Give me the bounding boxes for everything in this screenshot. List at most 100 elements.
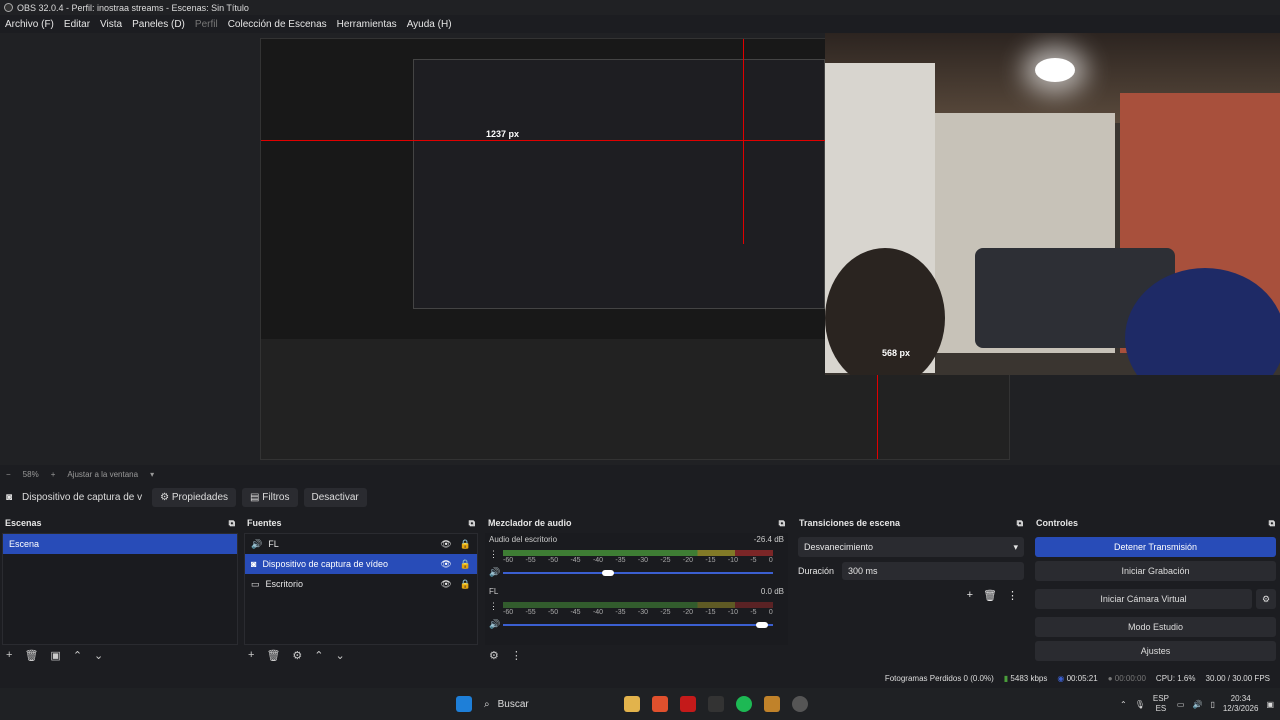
eye-icon[interactable]: 👁 — [440, 559, 451, 570]
eye-icon[interactable]: 👁 — [440, 579, 451, 590]
search-icon: ⌕ — [484, 698, 490, 710]
settings-button[interactable]: Ajustes — [1035, 641, 1276, 661]
menu-tools[interactable]: Herramientas — [337, 19, 397, 30]
move-down-button[interactable]: ⌄ — [336, 649, 345, 662]
speaker-icon[interactable]: 🔊 — [489, 619, 500, 630]
volume-knob[interactable] — [602, 570, 615, 576]
stop-stream-button[interactable]: Detener Transmisión — [1035, 537, 1276, 557]
start-vcam-button[interactable]: Iniciar Cámara Virtual — [1035, 589, 1252, 609]
menu-docks[interactable]: Paneles (D) — [132, 19, 185, 30]
fit-window-label[interactable]: Ajustar a la ventana — [67, 470, 138, 479]
scenes-title: Escenas — [5, 518, 42, 528]
file-explorer-icon[interactable] — [624, 696, 640, 712]
eye-icon[interactable]: 👁 — [440, 539, 451, 550]
volume-knob[interactable] — [756, 622, 769, 628]
lock-icon[interactable]: 🔒 — [460, 559, 471, 570]
clock[interactable]: 20:34 12/3/2026 — [1223, 694, 1259, 714]
undock-icon[interactable]: ⧉ — [779, 518, 785, 529]
zoom-out-button[interactable]: − — [6, 470, 11, 479]
deactivate-button[interactable]: Desactivar — [303, 487, 367, 507]
dropped-frames: Fotogramas Perdidos 0 (0.0%) — [884, 673, 994, 683]
track-db: 0.0 dB — [760, 587, 784, 596]
vcam-settings-icon[interactable]: ⚙ — [1256, 589, 1276, 609]
add-transition-button[interactable]: + — [967, 589, 973, 602]
source-item-fl[interactable]: 🔊 FL 👁 🔒 — [245, 534, 477, 554]
volume-slider[interactable] — [503, 622, 773, 628]
chevron-up-icon[interactable]: ⌃ — [1120, 700, 1127, 709]
volume-icon[interactable]: 🔊 — [1192, 700, 1202, 709]
system-tray: ⌃ 🎙 ESP ES ▭ 🔊 ▯ 20:34 12/3/2026 ▣ — [1120, 694, 1280, 714]
remove-scene-button[interactable]: 🗑 — [24, 649, 38, 662]
menu-file[interactable]: Archivo (F) — [5, 19, 54, 30]
taskbar-search[interactable]: ⌕ Buscar — [478, 699, 618, 710]
microphone-icon[interactable]: 🎙 — [1135, 700, 1145, 709]
battery-icon[interactable]: ▯ — [1210, 700, 1214, 709]
menu-profile[interactable]: Perfil — [195, 19, 218, 30]
more-vertical-icon[interactable]: ⋮ — [489, 601, 498, 612]
remove-source-button[interactable]: 🗑 — [266, 649, 280, 662]
network-icon[interactable]: ▭ — [1177, 700, 1185, 709]
zoom-bar: − 58% + Ajustar a la ventana ▾ — [0, 467, 1280, 481]
menu-view[interactable]: Vista — [100, 19, 122, 30]
advanced-audio-icon[interactable]: ⚙ — [489, 649, 499, 662]
notifications-icon[interactable]: ▣ — [1266, 700, 1274, 709]
language-indicator[interactable]: ESP ES — [1153, 694, 1169, 714]
transition-select[interactable]: Desvanecimiento ▾ — [798, 537, 1024, 557]
app-icon[interactable] — [680, 696, 696, 712]
undock-icon[interactable]: ⧉ — [1269, 518, 1275, 529]
scenes-list: Escena — [2, 533, 238, 645]
menu-edit[interactable]: Editar — [64, 19, 90, 30]
ceiling-light — [1035, 58, 1075, 82]
stream-time-value: 00:05:21 — [1066, 673, 1098, 683]
obs-taskbar-icon[interactable] — [792, 696, 808, 712]
more-vertical-icon[interactable]: ⋮ — [1007, 589, 1018, 602]
lock-icon[interactable]: 🔒 — [460, 579, 471, 590]
duration-input[interactable]: 300 ms — [842, 562, 1024, 580]
mixer-title: Mezclador de audio — [488, 518, 572, 528]
move-up-button[interactable]: ⌃ — [314, 649, 323, 662]
status-bar: Fotogramas Perdidos 0 (0.0%) ▮ 5483 kbps… — [0, 670, 1280, 686]
move-up-button[interactable]: ⌃ — [73, 649, 82, 662]
zoom-in-button[interactable]: + — [51, 470, 56, 479]
undock-icon[interactable]: ⧉ — [469, 518, 475, 529]
app-icon[interactable] — [764, 696, 780, 712]
start-record-button[interactable]: Iniciar Grabación — [1035, 561, 1276, 581]
scene-filters-button[interactable]: ▣ — [50, 649, 60, 662]
measure-line-horizontal — [261, 140, 826, 141]
move-down-button[interactable]: ⌄ — [94, 649, 103, 662]
menu-help[interactable]: Ayuda (H) — [407, 19, 452, 30]
studio-mode-button[interactable]: Modo Estudio — [1035, 617, 1276, 637]
source-label: FL — [268, 539, 279, 549]
spotify-icon[interactable] — [736, 696, 752, 712]
source-item-desktop[interactable]: ▭ Escritorio 👁 🔒 — [245, 574, 477, 594]
brave-browser-icon[interactable] — [652, 696, 668, 712]
menu-scene-collection[interactable]: Colección de Escenas — [228, 19, 327, 30]
scene-item[interactable]: Escena — [3, 534, 237, 554]
measure-line-vertical — [743, 39, 744, 244]
measure-label-vertical: 568 px — [882, 348, 911, 358]
properties-button[interactable]: ⚙ Propiedades — [152, 487, 237, 507]
more-vertical-icon[interactable]: ⋮ — [511, 649, 522, 662]
more-vertical-icon[interactable]: ⋮ — [489, 549, 498, 560]
duration-row: Duración 300 ms — [794, 561, 1028, 581]
taskbar: ⌕ Buscar ⌃ 🎙 ESP ES ▭ 🔊 ▯ 20:34 12/3/2026 … — [0, 688, 1280, 720]
volume-slider[interactable] — [503, 570, 773, 576]
zoom-level[interactable]: 58% — [23, 470, 39, 479]
add-scene-button[interactable]: + — [6, 649, 12, 661]
controls-body: Detener Transmisión Iniciar Grabación In… — [1031, 533, 1280, 665]
bitrate: ▮ 5483 kbps — [1004, 674, 1048, 683]
meter-ticks: -60 -55 -50 -45 -40 -35 -30 -25 -20 -15 -10 -5 0 — [503, 609, 773, 616]
source-item-capture[interactable]: ◙ Dispositivo de captura de vídeo 👁 🔒 — [245, 554, 477, 574]
remove-transition-button[interactable]: 🗑 — [983, 589, 997, 602]
preview-area[interactable]: 1237 px 568 px — [0, 33, 1280, 465]
filters-button[interactable]: ▤ Filtros — [242, 487, 298, 507]
undock-icon[interactable]: ⧉ — [229, 518, 235, 529]
lock-icon[interactable]: 🔒 — [460, 539, 471, 550]
source-settings-button[interactable]: ⚙ — [292, 649, 302, 662]
app-icon[interactable] — [708, 696, 724, 712]
add-source-button[interactable]: + — [248, 649, 254, 661]
undock-icon[interactable]: ⧉ — [1017, 518, 1023, 529]
speaker-icon[interactable]: 🔊 — [489, 567, 500, 578]
windows-start-icon[interactable] — [456, 696, 472, 712]
chevron-down-icon[interactable]: ▾ — [150, 470, 154, 479]
